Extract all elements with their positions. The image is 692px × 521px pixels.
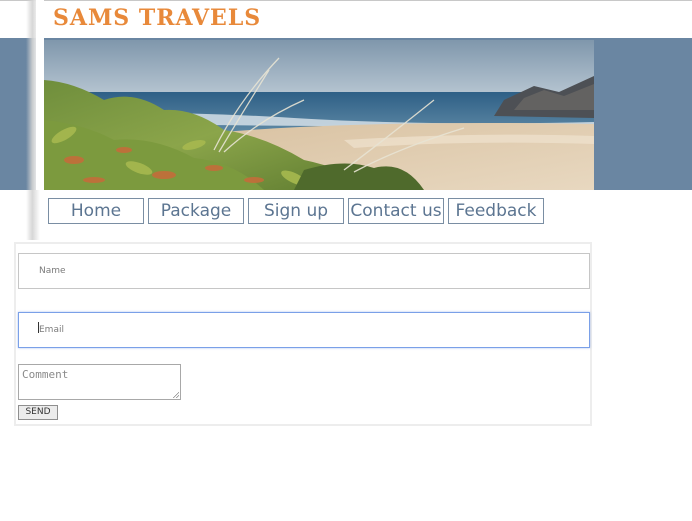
name-input[interactable] [18, 253, 590, 289]
beach-photo [44, 40, 594, 190]
banner-image [44, 40, 594, 190]
textarea-resize-handle[interactable] [172, 391, 179, 398]
nav-package[interactable]: Package [148, 198, 244, 224]
nav-contact-us[interactable]: Contact us [348, 198, 444, 224]
header-left-strip [36, 0, 44, 190]
nav-feedback[interactable]: Feedback [448, 198, 544, 224]
comment-textarea[interactable] [18, 364, 181, 400]
top-border [0, 0, 692, 1]
email-input[interactable] [18, 312, 590, 348]
nav-home[interactable]: Home [48, 198, 144, 224]
nav-sign-up[interactable]: Sign up [248, 198, 344, 224]
site-title: SAMS TRAVELS [53, 5, 262, 31]
send-button[interactable]: SEND [18, 405, 58, 420]
page: SAMS TRAVELS Home Package Sign up Contac… [0, 0, 692, 521]
text-caret [38, 322, 39, 333]
contact-form: SEND [14, 242, 592, 426]
